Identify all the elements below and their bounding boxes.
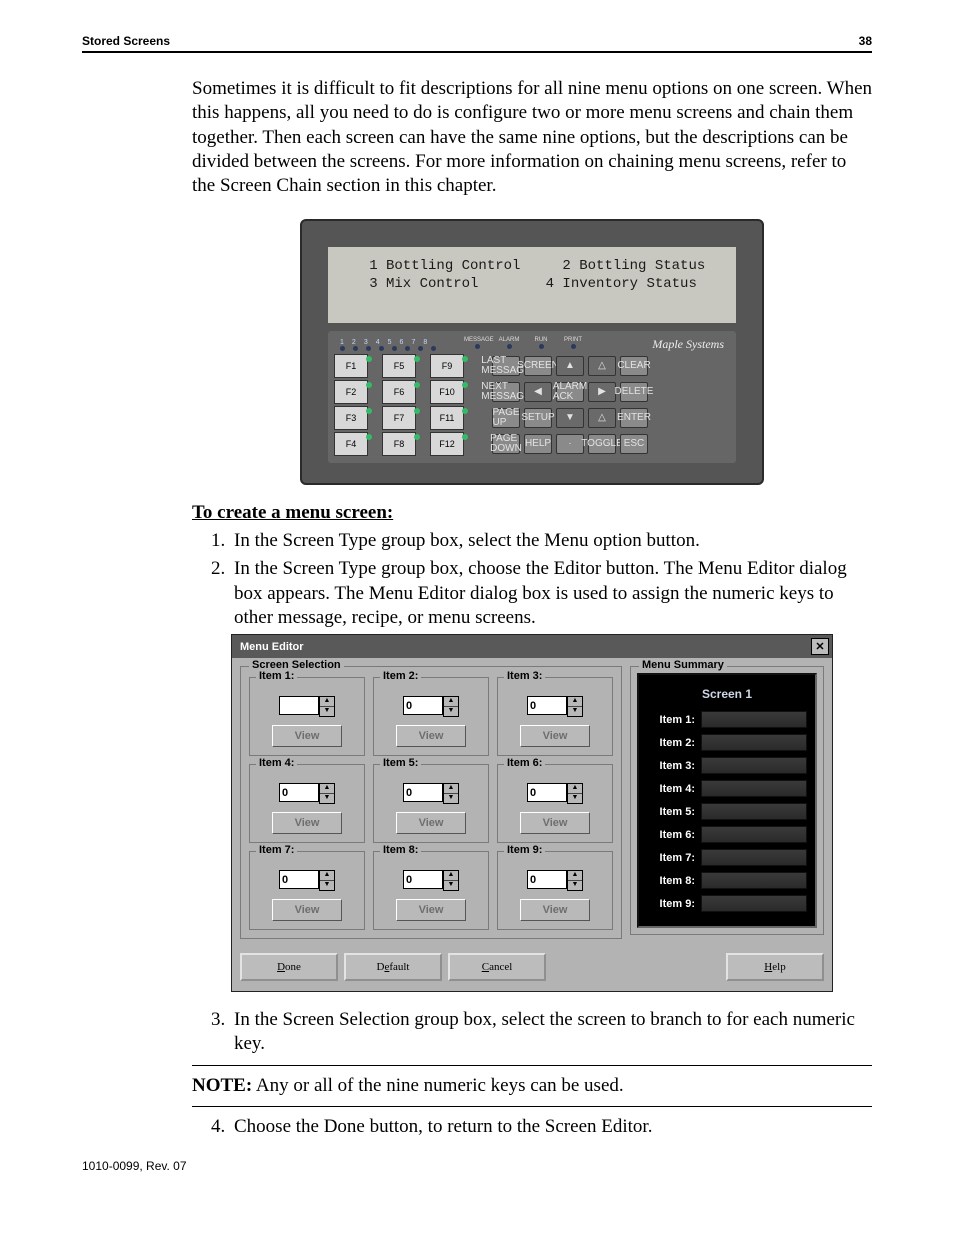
close-icon[interactable]: ✕ xyxy=(811,638,829,655)
hmi-device: 1 Bottling Control 2 Bottling Status 3 M… xyxy=(300,219,764,485)
panel-btn[interactable]: TOGGLE xyxy=(588,434,616,454)
panel-btn[interactable]: ▲ xyxy=(556,356,584,376)
brand-label: Maple Systems xyxy=(588,337,730,352)
menu-summary-legend: Menu Summary xyxy=(639,659,727,671)
fkey-f9[interactable]: F9 xyxy=(430,354,464,378)
steps-list-cont2: Choose the Done button, to return to the… xyxy=(192,1115,872,1139)
item-1-input[interactable] xyxy=(279,696,319,715)
panel-btn[interactable]: ENTER xyxy=(620,408,648,428)
fkey-f5[interactable]: F5 xyxy=(382,354,416,378)
page-header: Stored Screens 38 xyxy=(82,34,872,48)
fkey-f3[interactable]: F3 xyxy=(334,406,368,430)
item-2-view-button[interactable]: View xyxy=(396,725,467,747)
panel-btn[interactable]: SETUP xyxy=(524,408,552,428)
fkey-f8[interactable]: F8 xyxy=(382,432,416,456)
panel-btn[interactable]: SCREEN xyxy=(524,356,552,376)
item-4-input[interactable] xyxy=(279,783,319,802)
panel-btn[interactable]: ALARM ACK xyxy=(556,382,584,402)
panel-btn[interactable]: NEXT MESSAGE xyxy=(492,382,520,402)
steps-list: In the Screen Type group box, select the… xyxy=(192,529,872,630)
panel-btn[interactable]: PAGE DOWN xyxy=(492,434,520,454)
item-8-spinner[interactable]: ▲▼ xyxy=(443,870,459,891)
fkey-f6[interactable]: F6 xyxy=(382,380,416,404)
footer: 1010-0099, Rev. 07 xyxy=(82,1159,872,1173)
panel-btn[interactable]: PAGE UP xyxy=(492,408,520,428)
panel-btn[interactable]: ▶ xyxy=(588,382,616,402)
item-8-view-button[interactable]: View xyxy=(396,899,467,921)
step-3: In the Screen Selection group box, selec… xyxy=(230,1008,872,1057)
item-3-input[interactable] xyxy=(527,696,567,715)
fkey-f4[interactable]: F4 xyxy=(334,432,368,456)
item-8-input[interactable] xyxy=(403,870,443,889)
header-rule xyxy=(82,51,872,53)
panel-btn[interactable]: DELETE xyxy=(620,382,648,402)
step-2: In the Screen Type group box, choose the… xyxy=(230,557,872,630)
intro-paragraph: Sometimes it is difficult to fit descrip… xyxy=(192,77,872,199)
screen-item-1: Item 1:▲▼View xyxy=(249,677,365,756)
panel-btn[interactable]: HELP xyxy=(524,434,552,454)
panel-btn[interactable]: CLEAR xyxy=(620,356,648,376)
item-6-input[interactable] xyxy=(527,783,567,802)
screen-selection-group: Screen Selection Item 1:▲▼ViewItem 2:▲▼V… xyxy=(240,666,622,939)
item-6-spinner[interactable]: ▲▼ xyxy=(567,783,583,804)
item-6-view-button[interactable]: View xyxy=(520,812,591,834)
summary-title: Screen 1 xyxy=(647,687,807,701)
fkey-f12[interactable]: F12 xyxy=(430,432,464,456)
fkey-f11[interactable]: F11 xyxy=(430,406,464,430)
item-7-input[interactable] xyxy=(279,870,319,889)
item-5-view-button[interactable]: View xyxy=(396,812,467,834)
fkey-f10[interactable]: F10 xyxy=(430,380,464,404)
item-5-spinner[interactable]: ▲▼ xyxy=(443,783,459,804)
dialog-titlebar: Menu Editor ✕ xyxy=(232,635,832,658)
item-9-input[interactable] xyxy=(527,870,567,889)
item-7-spinner[interactable]: ▲▼ xyxy=(319,870,335,891)
step-1: In the Screen Type group box, select the… xyxy=(230,529,872,553)
screen-item-7: Item 7:▲▼View xyxy=(249,851,365,930)
steps-list-cont: In the Screen Selection group box, selec… xyxy=(192,1008,872,1057)
item-5-input[interactable] xyxy=(403,783,443,802)
screen-item-2: Item 2:▲▼View xyxy=(373,677,489,756)
panel-btn[interactable]: ESC xyxy=(620,434,648,454)
screen-item-9: Item 9:▲▼View xyxy=(497,851,613,930)
screen-item-3: Item 3:▲▼View xyxy=(497,677,613,756)
fkey-f7[interactable]: F7 xyxy=(382,406,416,430)
item-2-input[interactable] xyxy=(403,696,443,715)
item-4-view-button[interactable]: View xyxy=(272,812,343,834)
done-button[interactable]: Done xyxy=(240,953,338,981)
panel-btn[interactable]: LAST MESSAGE xyxy=(492,356,520,376)
menu-summary-group: Menu Summary Screen 1 Item 1:Item 2:Item… xyxy=(630,666,824,935)
note: NOTE: Any or all of the nine numeric key… xyxy=(192,1074,872,1098)
step-4: Choose the Done button, to return to the… xyxy=(230,1115,872,1139)
item-1-view-button[interactable]: View xyxy=(272,725,343,747)
dialog-title: Menu Editor xyxy=(240,641,304,653)
item-1-spinner[interactable]: ▲▼ xyxy=(319,696,335,717)
item-3-spinner[interactable]: ▲▼ xyxy=(567,696,583,717)
item-4-spinner[interactable]: ▲▼ xyxy=(319,783,335,804)
fkey-f2[interactable]: F2 xyxy=(334,380,368,404)
menu-editor-dialog: Menu Editor ✕ Screen Selection Item 1:▲▼… xyxy=(231,634,833,992)
item-7-view-button[interactable]: View xyxy=(272,899,343,921)
default-button[interactable]: Default xyxy=(344,953,442,981)
cancel-button[interactable]: Cancel xyxy=(448,953,546,981)
lcd-screen: 1 Bottling Control 2 Bottling Status 3 M… xyxy=(328,247,736,323)
header-page: 38 xyxy=(859,34,872,48)
item-3-view-button[interactable]: View xyxy=(520,725,591,747)
screen-item-4: Item 4:▲▼View xyxy=(249,764,365,843)
screen-item-6: Item 6:▲▼View xyxy=(497,764,613,843)
help-button[interactable]: Help xyxy=(726,953,824,981)
fkey-f1[interactable]: F1 xyxy=(334,354,368,378)
screen-item-5: Item 5:▲▼View xyxy=(373,764,489,843)
screen-item-8: Item 8:▲▼View xyxy=(373,851,489,930)
header-title: Stored Screens xyxy=(82,34,170,48)
panel-btn[interactable]: ▼ xyxy=(556,408,584,428)
section-heading: To create a menu screen: xyxy=(192,501,872,525)
item-9-spinner[interactable]: ▲▼ xyxy=(567,870,583,891)
item-2-spinner[interactable]: ▲▼ xyxy=(443,696,459,717)
panel-btn[interactable]: ◀ xyxy=(524,382,552,402)
panel-btn[interactable]: △ xyxy=(588,408,616,428)
panel-btn[interactable]: · xyxy=(556,434,584,454)
item-9-view-button[interactable]: View xyxy=(520,899,591,921)
panel-btn[interactable]: △ xyxy=(588,356,616,376)
